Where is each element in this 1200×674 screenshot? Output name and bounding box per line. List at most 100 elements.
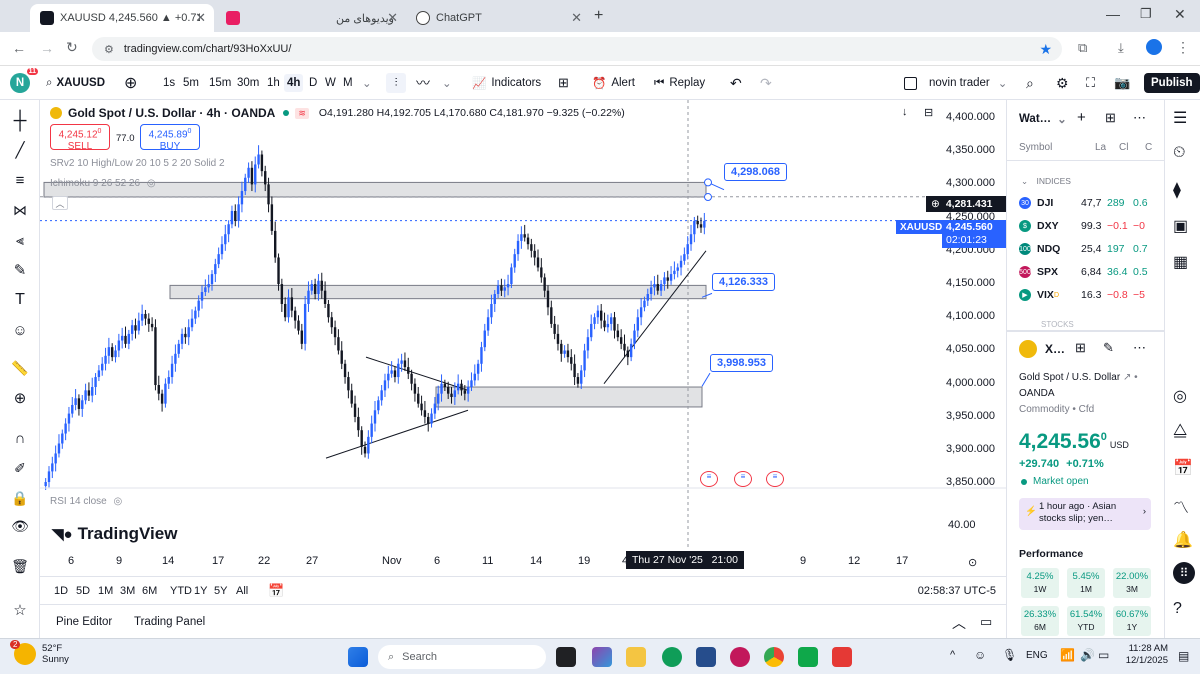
download-icon[interactable]: ⤓ [1118, 40, 1124, 56]
user-avatar[interactable]: N 11 [10, 66, 38, 100]
site-info-icon[interactable]: ⚙ [104, 43, 114, 56]
level-callout-upper[interactable]: 4,298.068 [724, 163, 787, 181]
interval-1h[interactable]: 1h [264, 74, 283, 92]
calendar-icon[interactable]: ▦ [1173, 252, 1188, 272]
camtasia-icon[interactable] [798, 647, 818, 667]
magnet-icon[interactable]: ∩ [6, 426, 34, 450]
back-icon[interactable]: ← [12, 40, 26, 56]
crosshair-icon[interactable]: ┼ [6, 108, 34, 132]
replay-button[interactable]: ⏮ Replay [654, 66, 705, 100]
plus-circle-icon[interactable]: ⊕ [931, 198, 940, 210]
close-icon[interactable]: ✕ [195, 10, 206, 26]
performance-cell-1m[interactable]: 5.45% 1M [1067, 568, 1105, 598]
performance-cell-ytd[interactable]: 61.54% YTD [1067, 606, 1105, 636]
news-card[interactable]: ⚡ 1 hour ago · Asian stocks slip; yen… › [1019, 498, 1151, 530]
text-tool-icon[interactable]: T [6, 288, 34, 312]
notifications-icon[interactable]: ▤ [1178, 649, 1189, 663]
data-problem-icon[interactable]: ≋ [295, 107, 309, 119]
level-callout-middle[interactable]: 4,126.333 [712, 273, 775, 291]
range-ytd[interactable]: YTD [170, 585, 192, 597]
browser-menu-icon[interactable]: ⋮ [1176, 39, 1190, 56]
new-tab-icon[interactable]: + [594, 7, 603, 25]
task-view-icon[interactable] [556, 647, 576, 667]
interval-M[interactable]: M [340, 74, 356, 92]
target-icon[interactable]: ◎ [1173, 386, 1187, 406]
profile-icon[interactable] [1146, 39, 1162, 55]
calendar-icon[interactable]: 📅 [268, 583, 284, 599]
ruler-icon[interactable]: 📏 [6, 356, 34, 380]
indicator-srv2-label[interactable]: SRv2 10 High/Low 20 10 5 2 20 Solid 2 [50, 158, 225, 169]
fullscreen-icon[interactable]: ⛶ [1086, 66, 1095, 100]
watchlist-row[interactable]: 500 SPX 6,84 36.4 0.5 [1019, 261, 1165, 283]
watchlist-row[interactable]: 100 NDQ 25,4 197 0.7 [1019, 238, 1165, 260]
pinterest-icon[interactable] [730, 647, 750, 667]
bookmark-star-icon[interactable]: ★ [1039, 41, 1052, 58]
windows-start-icon[interactable] [348, 647, 368, 667]
lock-drawing-icon[interactable]: ✐ [6, 456, 34, 480]
range-5d[interactable]: 5D [76, 585, 90, 597]
buy-button[interactable]: 4,245.890 BUY [140, 124, 200, 152]
eye-icon[interactable]: 👁 [6, 514, 34, 538]
horizontal-lines-icon[interactable]: ≡ [6, 168, 34, 192]
collapse-legend-icon[interactable]: ︿ [52, 196, 68, 210]
camera-icon[interactable]: 📷 [1114, 66, 1130, 100]
alerts-clock-icon[interactable]: ⏲ [1173, 144, 1185, 162]
compare-add-icon[interactable]: ⊕ [124, 66, 137, 100]
range-1d[interactable]: 1D [54, 585, 68, 597]
symbol-search[interactable]: ⌕ XAUUSD [46, 66, 105, 100]
taskbar-search[interactable]: ⌕ Search [378, 645, 546, 669]
eye-icon[interactable]: ◎ [113, 496, 122, 507]
maximize-pane-icon[interactable]: ⊟ [924, 106, 933, 119]
chevron-up-icon[interactable]: ︿ [952, 613, 966, 633]
url-field[interactable]: ⚙ tradingview.com/chart/93HoXxUU/ ★ [92, 37, 1062, 61]
language-indicator[interactable]: ENG [1026, 650, 1048, 661]
tab-videos[interactable]: ویدیوهای من ✕ [216, 4, 406, 32]
sell-button[interactable]: 4,245.120 SELL [50, 124, 110, 152]
system-clock[interactable]: 11:28 AM 12/1/2025 [1118, 643, 1168, 667]
maximize-icon[interactable]: ▭ [980, 614, 992, 630]
help-icon[interactable]: ? [1173, 600, 1182, 618]
window-close-icon[interactable]: ✕ [1174, 6, 1186, 23]
section-indices[interactable]: ⌄ INDICES [1021, 176, 1071, 187]
col-symbol[interactable]: Symbol [1019, 142, 1052, 153]
interval-W[interactable]: W [322, 74, 339, 92]
col-change-pct[interactable]: C [1145, 142, 1152, 153]
feedback-icon[interactable]: ☺ [974, 648, 986, 662]
undo-icon[interactable]: ↶ [730, 66, 742, 100]
watchlist-icon[interactable]: ☰ [1173, 108, 1187, 128]
favorite-star-icon[interactable]: ☆ [6, 598, 34, 622]
rsi-legend[interactable]: RSI 14 close ◎ [50, 496, 122, 507]
interval-1s[interactable]: 1s [160, 74, 178, 92]
copilot-icon[interactable] [592, 647, 612, 667]
add-symbol-icon[interactable]: + [1077, 109, 1086, 126]
redo-icon[interactable]: ↷ [760, 66, 772, 100]
details-symbol[interactable]: X… [1045, 342, 1065, 356]
performance-cell-3m[interactable]: 22.00% 3M [1113, 568, 1151, 598]
lock-icon[interactable]: 🔒 [6, 486, 34, 510]
section-stocks[interactable]: STOCKS [1041, 320, 1074, 329]
volume-icon[interactable]: 🔊 [1080, 648, 1095, 662]
performance-cell-1w[interactable]: 4.25% 1W [1021, 568, 1059, 598]
interval-4h[interactable]: 4h [284, 74, 304, 92]
settings-gear-icon[interactable]: ⚙ [1056, 66, 1069, 100]
close-icon[interactable]: ✕ [387, 10, 398, 26]
pattern-icon[interactable]: ⋈ [6, 198, 34, 222]
forward-icon[interactable]: → [40, 40, 54, 56]
trading-panel-tab[interactable]: Trading Panel [134, 616, 205, 628]
price-chart[interactable] [40, 100, 1006, 576]
col-change[interactable]: Cl [1119, 142, 1128, 153]
alert-button[interactable]: ⏰ Alert [592, 66, 635, 100]
col-last[interactable]: La [1095, 142, 1106, 153]
quick-search-icon[interactable]: ⌕ [1026, 66, 1034, 100]
interval-5m[interactable]: 5m [180, 74, 202, 92]
battery-icon[interactable]: ▭ [1098, 648, 1109, 662]
tradingview-logo[interactable]: ◥● TradingView [52, 524, 177, 544]
microphone-icon[interactable]: 🎙 [1002, 648, 1017, 662]
trash-icon[interactable]: 🗑 [6, 554, 34, 578]
layers-icon[interactable]: ⧫ [1173, 180, 1181, 200]
down-arrow-icon[interactable]: ↓ [902, 106, 908, 118]
level-callout-lower[interactable]: 3,998.953 [710, 354, 773, 372]
store-icon[interactable] [696, 647, 716, 667]
minimize-icon[interactable]: — [1106, 6, 1120, 22]
range-1m[interactable]: 1M [98, 585, 113, 597]
